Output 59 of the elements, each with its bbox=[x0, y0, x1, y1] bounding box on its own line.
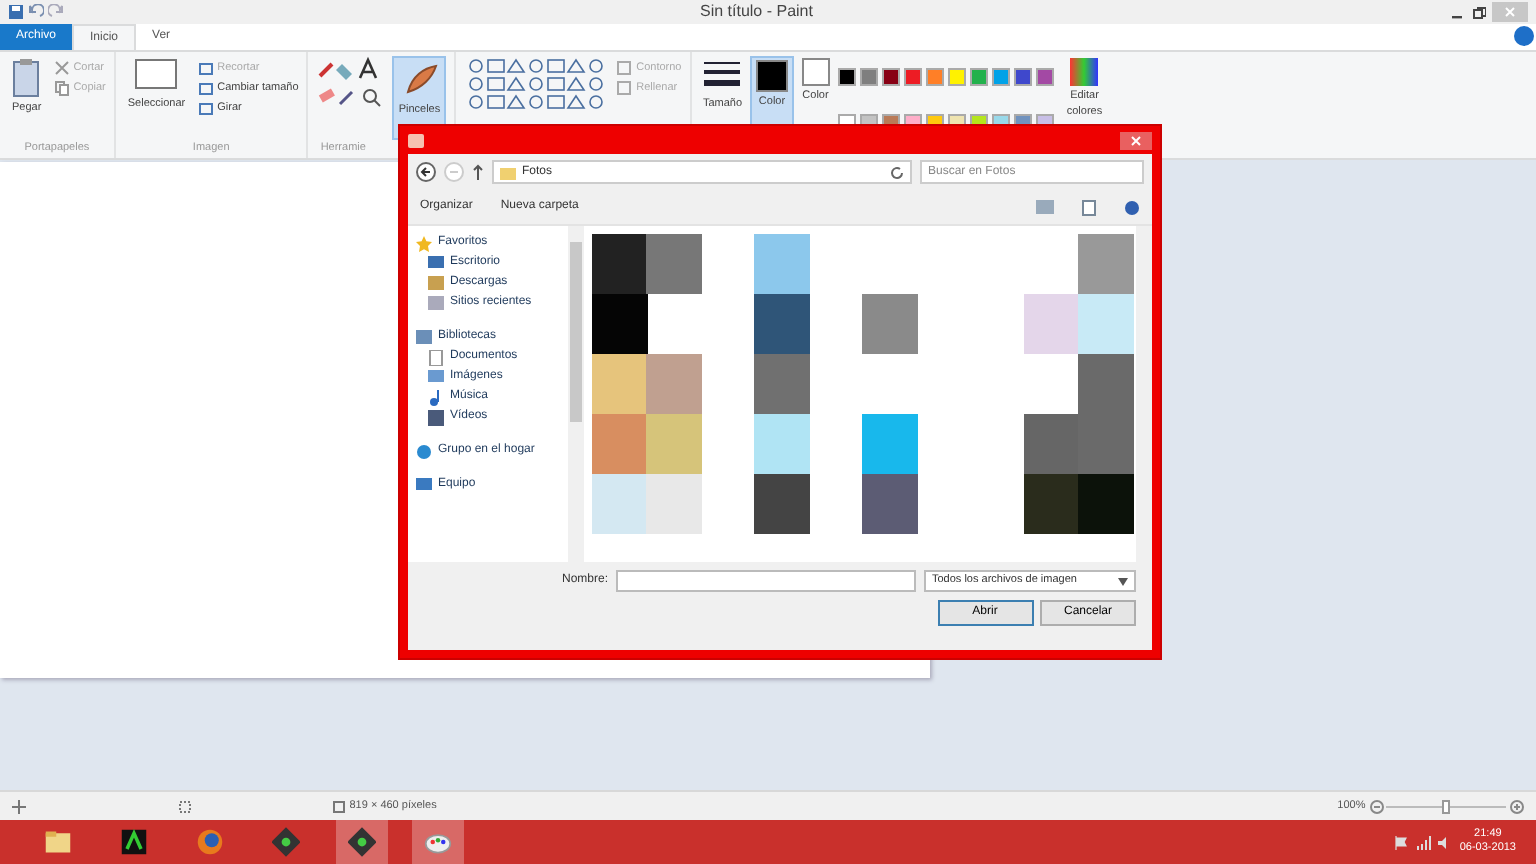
nav-icon bbox=[416, 443, 432, 459]
save-icon[interactable] bbox=[8, 4, 24, 20]
color-swatch[interactable] bbox=[859, 67, 877, 86]
color-swatch[interactable] bbox=[1035, 67, 1053, 86]
color-swatch[interactable] bbox=[947, 67, 965, 86]
color-swatch[interactable] bbox=[969, 67, 987, 86]
color-swatch[interactable] bbox=[903, 67, 921, 86]
color-swatch[interactable] bbox=[991, 67, 1009, 86]
help-icon[interactable] bbox=[1124, 199, 1140, 215]
selection-size-icon bbox=[178, 799, 192, 813]
undo-icon[interactable] bbox=[27, 4, 44, 20]
bucket-icon bbox=[616, 79, 633, 96]
scrollbar-thumb[interactable] bbox=[570, 242, 582, 422]
image-size-icon bbox=[332, 799, 346, 813]
zoom-out-icon[interactable] bbox=[1369, 799, 1383, 813]
caret-icon bbox=[1118, 577, 1128, 585]
up-arrow-icon[interactable] bbox=[472, 164, 484, 180]
file-name-field[interactable] bbox=[616, 570, 916, 592]
app-icon bbox=[44, 826, 72, 858]
color-swatch[interactable] bbox=[881, 67, 899, 86]
swatch-icon bbox=[756, 59, 788, 92]
taskbar-app-button[interactable] bbox=[336, 820, 388, 864]
cursor-position-icon bbox=[12, 799, 26, 813]
nav-icon bbox=[428, 389, 444, 405]
crop-icon bbox=[197, 59, 214, 76]
clipboard-icon bbox=[12, 58, 41, 98]
preview-pane-icon[interactable] bbox=[1082, 199, 1096, 215]
app-icon bbox=[120, 826, 148, 858]
app-icon bbox=[196, 826, 224, 858]
back-icon[interactable] bbox=[416, 162, 436, 182]
copy-icon bbox=[53, 79, 70, 96]
scrollbar[interactable] bbox=[1136, 226, 1152, 562]
scissors-icon bbox=[53, 59, 70, 76]
close-icon[interactable] bbox=[1120, 131, 1152, 149]
app-icon bbox=[348, 826, 376, 858]
refresh-icon[interactable] bbox=[890, 165, 904, 179]
paint-icon bbox=[408, 133, 424, 147]
color-swatch[interactable] bbox=[1013, 67, 1031, 86]
spectrum-icon bbox=[1070, 57, 1099, 86]
help-icon[interactable] bbox=[1512, 24, 1536, 48]
slider-thumb[interactable] bbox=[1442, 799, 1451, 813]
flag-icon[interactable] bbox=[1394, 835, 1409, 849]
resize-icon bbox=[197, 79, 214, 96]
restore-icon[interactable] bbox=[1471, 5, 1485, 19]
swatch-icon bbox=[801, 57, 830, 86]
network-icon[interactable] bbox=[1415, 835, 1432, 849]
app-icon bbox=[272, 826, 300, 858]
nav-icon bbox=[428, 409, 444, 425]
folder-icon bbox=[500, 165, 516, 179]
nav-icon bbox=[416, 477, 432, 493]
color-swatch[interactable] bbox=[837, 67, 855, 86]
zoom-slider[interactable] bbox=[1386, 799, 1507, 813]
nav-icon bbox=[416, 235, 432, 251]
color-swatch[interactable] bbox=[925, 67, 943, 86]
selection-icon bbox=[134, 58, 179, 94]
zoom-in-icon[interactable] bbox=[1510, 799, 1524, 813]
window-title: Sin título - Paint bbox=[698, 0, 815, 24]
rotate-icon bbox=[197, 99, 214, 116]
pencil-icon bbox=[616, 59, 633, 76]
